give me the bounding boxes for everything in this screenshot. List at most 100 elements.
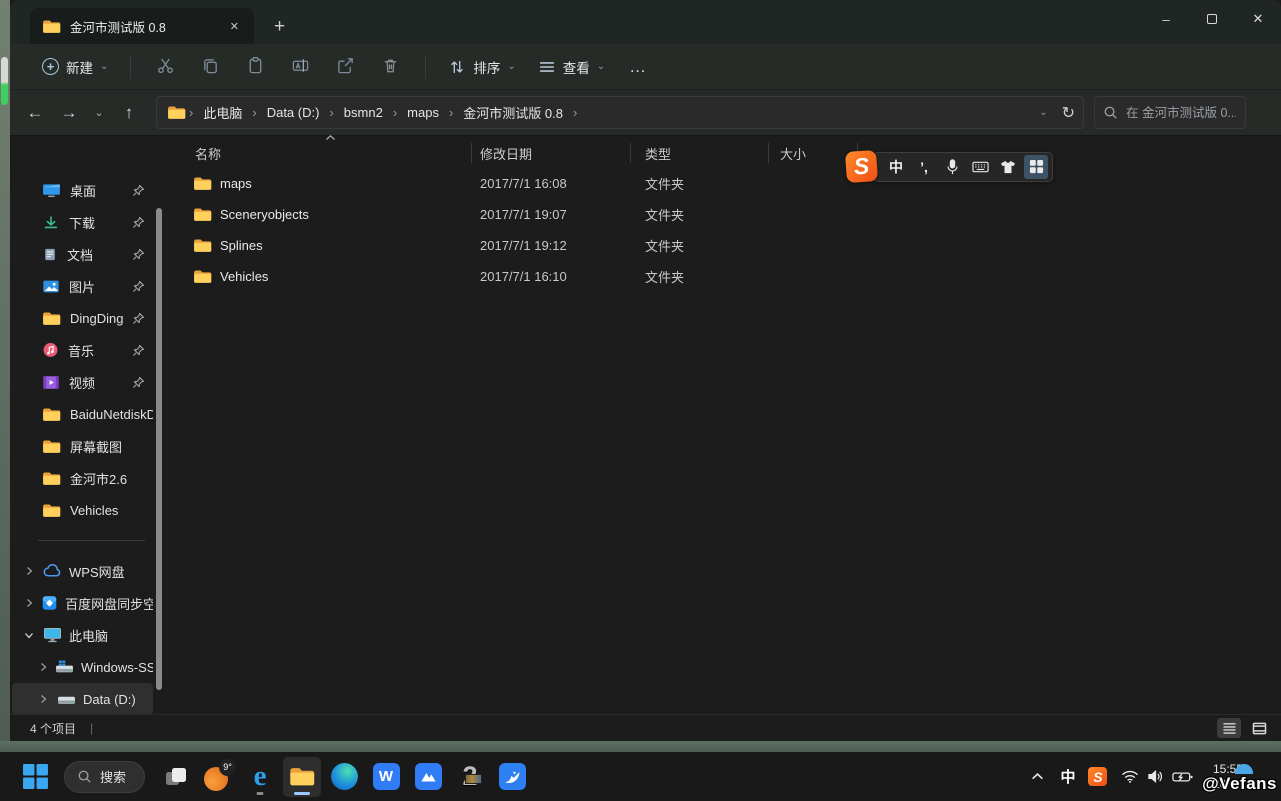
sidebar-item[interactable]: 音乐	[12, 334, 153, 366]
taskbar-file-explorer[interactable]	[283, 757, 321, 797]
sidebar-item[interactable]: 视频	[12, 366, 153, 398]
sidebar-item[interactable]: 下载	[12, 206, 153, 238]
share-button[interactable]	[323, 50, 368, 84]
breadcrumb-item[interactable]: Data (D:)	[260, 102, 327, 123]
file-name: Vehicles	[220, 269, 268, 284]
recent-locations-button[interactable]: ⌄	[86, 97, 112, 129]
large-icons-view-button[interactable]	[1247, 718, 1271, 738]
tab-close-button[interactable]: ✕	[225, 18, 244, 35]
refresh-icon[interactable]: ↻	[1062, 103, 1075, 123]
sort-button[interactable]: 排序 ⌄	[438, 50, 525, 84]
chevron-right-icon[interactable]	[38, 694, 50, 704]
chevron-right-icon[interactable]	[24, 566, 36, 576]
taskbar-xunlei[interactable]	[493, 757, 531, 797]
sidebar-tree-item[interactable]: Data (D:)	[12, 683, 153, 715]
taskbar-search[interactable]: 搜索	[64, 761, 145, 793]
view-button[interactable]: 查看 ⌄	[528, 50, 615, 84]
sidebar-item[interactable]: Vehicles	[12, 494, 153, 526]
sogou-toolbox-button[interactable]	[1024, 155, 1048, 179]
up-button[interactable]: ↑	[112, 97, 146, 129]
taskbar-browser-e[interactable]: e	[241, 757, 279, 797]
sogou-chinese-mode-button[interactable]: 中	[884, 155, 908, 179]
sidebar-scrollbar[interactable]	[156, 208, 162, 690]
see-more-button[interactable]: …	[617, 57, 659, 77]
breadcrumb-separator: ›	[448, 105, 454, 120]
sogou-punctuation-button[interactable]: ’,	[912, 155, 936, 179]
sidebar-item[interactable]: 金河市2.6	[12, 462, 153, 494]
new-tab-button[interactable]: +	[274, 16, 285, 38]
hidden-icons-button[interactable]	[1025, 762, 1051, 792]
column-header[interactable]: 类型	[631, 138, 769, 168]
file-row[interactable]: Vehicles2017/7/1 16:10文件夹	[165, 261, 1281, 292]
pin-icon	[132, 184, 145, 197]
sogou-skin-button[interactable]	[996, 155, 1020, 179]
sogou-microphone-button[interactable]	[940, 155, 964, 179]
chevron-right-icon[interactable]	[38, 662, 48, 672]
edge-icon	[331, 763, 358, 790]
search-box[interactable]	[1094, 96, 1246, 129]
sidebar-tree-item[interactable]: 此电脑	[12, 619, 153, 651]
sidebar-item[interactable]: DingDing	[12, 302, 153, 334]
breadcrumb-item[interactable]: bsmn2	[337, 102, 390, 123]
column-header[interactable]: 名称	[165, 138, 472, 168]
sidebar-item[interactable]: 桌面	[12, 174, 153, 206]
details-view-button[interactable]	[1217, 718, 1241, 738]
sidebar-item[interactable]: BaiduNetdiskDownload	[12, 398, 153, 430]
file-row[interactable]: Sceneryobjects2017/7/1 19:07文件夹	[165, 199, 1281, 230]
search-input[interactable]	[1126, 106, 1236, 120]
cut-button[interactable]	[143, 50, 188, 84]
explorer-tab[interactable]: 金河市测试版 0.8 ✕	[30, 8, 254, 44]
address-dropdown-icon[interactable]: ⌄	[1039, 107, 1047, 118]
breadcrumb-item[interactable]: 此电脑	[196, 100, 249, 125]
ime-indicator[interactable]: 中	[1055, 762, 1081, 792]
task-view-icon	[163, 764, 189, 790]
wps-icon: W	[373, 763, 400, 790]
rename-button[interactable]	[278, 50, 323, 84]
sidebar-tree-item[interactable]: WPS网盘	[12, 555, 153, 587]
sidebar-item[interactable]: 屏幕截图	[12, 430, 153, 462]
sidebar-tree-item[interactable]: Windows-SSD (C:)	[12, 651, 153, 683]
chevron-down-icon[interactable]	[24, 630, 36, 640]
file-row[interactable]: Splines2017/7/1 19:12文件夹	[165, 230, 1281, 261]
taskbar-m-app[interactable]	[409, 757, 447, 797]
sogou-logo-icon[interactable]: S	[845, 150, 878, 183]
folder-icon	[42, 439, 61, 454]
close-button[interactable]: ✕	[1235, 0, 1281, 38]
new-button[interactable]: + 新建 ⌄	[32, 50, 118, 84]
taskbar-weather[interactable]: 9°	[199, 757, 237, 797]
maximize-button[interactable]	[1189, 0, 1235, 38]
back-button[interactable]: ←	[18, 97, 52, 129]
file-row[interactable]: maps2017/7/1 16:08文件夹	[165, 168, 1281, 199]
network-volume-battery[interactable]	[1115, 769, 1199, 784]
address-box[interactable]: ›此电脑›Data (D:)›bsmn2›maps›金河市测试版 0.8› ⌄ …	[156, 96, 1084, 129]
chevron-right-icon[interactable]	[24, 598, 34, 608]
sogou-tray-icon[interactable]: S	[1085, 762, 1111, 792]
sidebar-tree-item[interactable]: 百度网盘同步空间	[12, 587, 153, 619]
minimize-button[interactable]: –	[1143, 0, 1189, 38]
copy-button[interactable]	[188, 50, 233, 84]
sidebar-item[interactable]: 图片	[12, 270, 153, 302]
pin-icon	[132, 248, 145, 261]
delete-button[interactable]	[368, 50, 413, 84]
folder-icon	[42, 471, 61, 486]
taskbar-wps-office[interactable]: W	[367, 757, 405, 797]
sogou-soft-keyboard-button[interactable]	[968, 155, 992, 179]
start-button[interactable]	[16, 757, 54, 797]
taskbar-edge[interactable]	[325, 757, 363, 797]
breadcrumb-item[interactable]: maps	[400, 102, 446, 123]
sidebar-item[interactable]: 文档	[12, 238, 153, 270]
taskbar-task-view[interactable]	[157, 757, 195, 797]
column-header[interactable]: 大小	[769, 138, 858, 168]
column-header[interactable]: 修改日期	[472, 138, 631, 168]
paste-button[interactable]	[233, 50, 278, 84]
share-icon	[336, 56, 355, 75]
sidebar-item-label: Vehicles	[70, 503, 153, 518]
forward-button[interactable]: →	[52, 97, 86, 129]
breadcrumb-item[interactable]: 金河市测试版 0.8	[456, 100, 570, 125]
omsi2-icon: 2	[463, 763, 478, 790]
paste-icon	[246, 56, 265, 75]
pin-icon	[132, 344, 145, 357]
baidu-sync-icon	[41, 595, 58, 611]
taskbar-omsi2[interactable]: 2	[451, 757, 489, 797]
breadcrumb-separator: ›	[251, 105, 257, 120]
